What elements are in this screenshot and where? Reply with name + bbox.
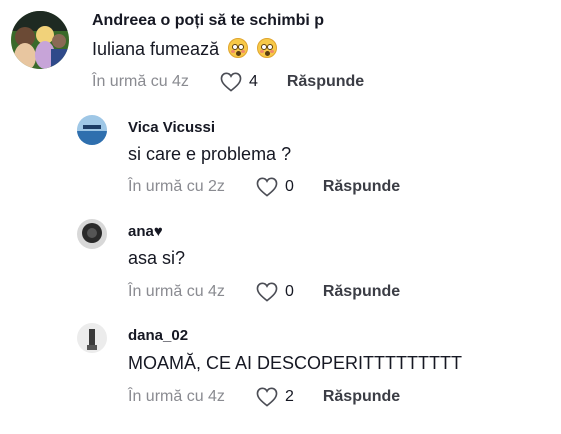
comment-text: si care e problema ? (128, 144, 292, 164)
flushed-face-emoji (228, 38, 249, 58)
reply-item: Vica Vicussi si care e problema ? În urm… (0, 110, 561, 210)
like-count: 0 (284, 178, 294, 195)
timestamp: În urmă cu 4z (128, 283, 225, 300)
username[interactable]: dana_02 (128, 327, 188, 344)
avatar[interactable] (77, 323, 107, 353)
heart-icon (220, 72, 242, 92)
reply-button[interactable]: Răspunde (323, 178, 400, 196)
username[interactable]: Andreea o poți să te schimbi p (92, 12, 324, 30)
flushed-face-emoji (257, 38, 278, 58)
heart-icon (256, 282, 278, 302)
like-count: 4 (248, 73, 258, 90)
like-button[interactable]: 4 (220, 72, 258, 92)
heart-icon (256, 177, 278, 197)
comment-item: Andreea o poți să te schimbi p Iuliana f… (0, 0, 561, 100)
reply-button[interactable]: Răspunde (287, 73, 364, 91)
comment-text: MOAMĂ, CE AI DESCOPERITTTTTTTTT (128, 353, 463, 373)
avatar[interactable] (77, 219, 107, 249)
comment-meta: În urmă cu 4z 2 Răspunde (128, 387, 400, 407)
username[interactable]: Vica Vicussi (128, 119, 215, 136)
timestamp: În urmă cu 2z (128, 178, 225, 195)
like-button[interactable]: 0 (256, 282, 294, 302)
like-button[interactable]: 2 (256, 387, 294, 407)
reply-item: ana♥ asa si? În urmă cu 4z 0 Răspunde (0, 214, 561, 314)
heart-icon (256, 387, 278, 407)
comment-text: asa si? (128, 248, 186, 268)
like-button[interactable]: 0 (256, 177, 294, 197)
avatar[interactable] (11, 11, 69, 69)
avatar[interactable] (77, 115, 107, 145)
reply-button[interactable]: Răspunde (323, 283, 400, 301)
like-count: 0 (284, 283, 294, 300)
comment-text-content: Iuliana fumează (92, 39, 220, 59)
like-count: 2 (284, 388, 294, 405)
timestamp: În urmă cu 4z (92, 73, 189, 90)
comment-meta: În urmă cu 4z 4 Răspunde (92, 72, 364, 92)
username[interactable]: ana♥ (128, 223, 163, 240)
timestamp: În urmă cu 4z (128, 388, 225, 405)
comment-text: Iuliana fumează (92, 38, 278, 60)
comment-meta: În urmă cu 4z 0 Răspunde (128, 282, 400, 302)
reply-button[interactable]: Răspunde (323, 388, 400, 406)
comment-meta: În urmă cu 2z 0 Răspunde (128, 177, 400, 197)
reply-item: dana_02 MOAMĂ, CE AI DESCOPERITTTTTTTTT … (0, 318, 561, 428)
